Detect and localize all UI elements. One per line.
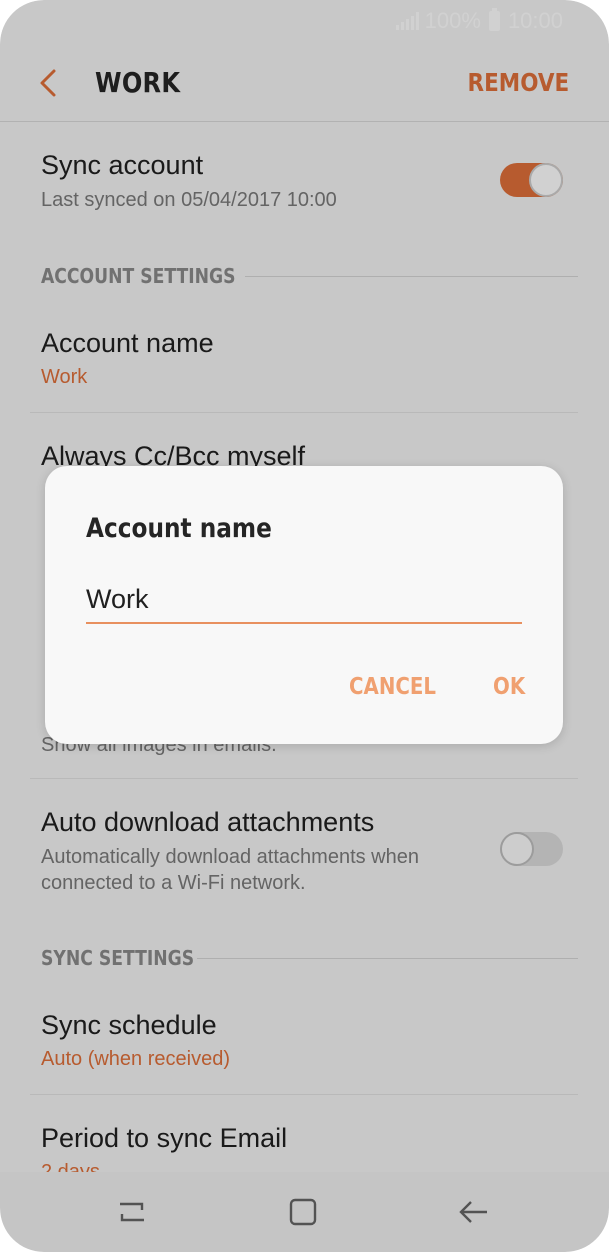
account-name-input[interactable]: [86, 576, 522, 624]
dialog-title: Account name: [86, 513, 272, 544]
account-name-dialog: Account name CANCEL OK: [45, 466, 563, 744]
phone-screen: 100% 10:00 WORK REMOVE Sync account Last…: [0, 0, 609, 1252]
cancel-button[interactable]: CANCEL: [349, 674, 436, 700]
ok-button[interactable]: OK: [493, 674, 525, 700]
